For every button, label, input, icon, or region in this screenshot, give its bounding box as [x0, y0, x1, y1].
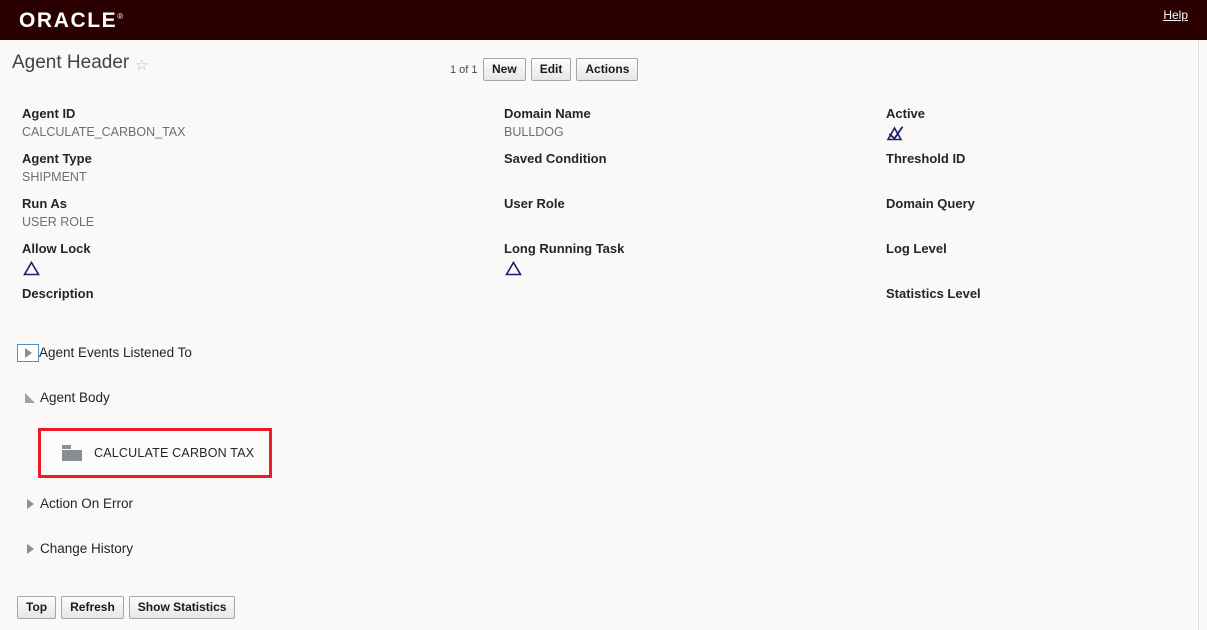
- record-toolbar: New Edit Actions: [483, 58, 639, 81]
- section-action-on-error[interactable]: Action On Error: [20, 493, 133, 515]
- chevron-down-icon[interactable]: [20, 389, 40, 407]
- chevron-right-icon[interactable]: [17, 344, 39, 362]
- checkbox-checked-icon: [886, 125, 906, 142]
- field-label: Agent Type: [22, 151, 92, 166]
- section-agent-body[interactable]: Agent Body: [20, 387, 110, 409]
- field-label: Statistics Level: [886, 286, 981, 301]
- field-label: Allow Lock: [22, 241, 91, 256]
- folder-icon: [62, 445, 82, 461]
- field-label: Agent ID: [22, 106, 76, 121]
- agent-body-node[interactable]: CALCULATE CARBON TAX: [38, 428, 272, 478]
- global-brand-header: ORACLE® Help: [0, 0, 1207, 40]
- page-header-row: Agent Header ☆ 1 of 1 New Edit Actions: [0, 40, 1207, 96]
- agent-body-node-label: CALCULATE CARBON TAX: [94, 446, 255, 460]
- field-statistics-level: Statistics Level: [886, 286, 1186, 331]
- field-label: Threshold ID: [886, 151, 966, 166]
- chevron-right-icon[interactable]: [20, 495, 40, 513]
- star-outline-icon[interactable]: ☆: [135, 58, 151, 74]
- field-label: Saved Condition: [504, 151, 607, 166]
- top-button[interactable]: Top: [17, 596, 57, 619]
- section-agent-events-listened-to[interactable]: Agent Events Listened To: [17, 342, 192, 364]
- record-count-text: 1 of 1: [450, 64, 478, 76]
- show-statistics-button[interactable]: Show Statistics: [128, 596, 236, 619]
- checkbox-unchecked-icon: [504, 260, 524, 277]
- section-label: Agent Body: [40, 390, 110, 405]
- field-long-running-task: Long Running Task: [504, 241, 874, 286]
- field-column-3: Active Threshold ID Domain Query Log Lev…: [886, 106, 1186, 331]
- refresh-button[interactable]: Refresh: [61, 596, 124, 619]
- new-button[interactable]: New: [483, 58, 526, 81]
- field-value: [504, 214, 874, 231]
- field-label: Domain Name: [504, 106, 591, 121]
- section-label: Change History: [40, 541, 134, 556]
- checkbox-unchecked-icon: [22, 260, 42, 277]
- field-domain-name: Domain Name BULLDOG: [504, 106, 874, 151]
- field-label: User Role: [504, 196, 565, 211]
- field-label: Domain Query: [886, 196, 975, 211]
- field-value: [886, 214, 1186, 231]
- section-change-history[interactable]: Change History: [20, 538, 133, 560]
- field-label: Description: [22, 286, 94, 301]
- field-label: Active: [886, 106, 926, 121]
- field-value: SHIPMENT: [22, 170, 87, 184]
- field-description: Description: [22, 286, 482, 331]
- page-title: Agent Header: [12, 52, 130, 73]
- field-label: Log Level: [886, 241, 947, 256]
- field-label: Run As: [22, 196, 68, 211]
- footer-button-bar: Top Refresh Show Statistics: [17, 596, 236, 619]
- field-threshold-id: Threshold ID: [886, 151, 1186, 196]
- field-saved-condition: Saved Condition: [504, 151, 874, 196]
- oracle-logo: ORACLE®: [19, 10, 123, 31]
- field-domain-query: Domain Query: [886, 196, 1186, 241]
- field-column-2: Domain Name BULLDOG Saved Condition User…: [504, 106, 874, 286]
- field-value: CALCULATE_CARBON_TAX: [22, 125, 186, 139]
- field-log-level: Log Level: [886, 241, 1186, 286]
- field-run-as: Run As USER ROLE: [22, 196, 482, 241]
- field-active: Active: [886, 106, 1186, 151]
- field-value: [886, 169, 1186, 186]
- field-value: [504, 169, 874, 186]
- field-user-role: User Role: [504, 196, 874, 241]
- field-agent-type: Agent Type SHIPMENT: [22, 151, 482, 196]
- oracle-logo-text: ORACLE: [19, 8, 118, 32]
- field-agent-id: Agent ID CALCULATE_CARBON_TAX: [22, 106, 482, 151]
- chevron-right-icon[interactable]: [20, 540, 40, 558]
- field-allow-lock: Allow Lock: [22, 241, 482, 286]
- field-value: [886, 304, 1186, 321]
- field-column-1: Agent ID CALCULATE_CARBON_TAX Agent Type…: [22, 106, 482, 331]
- trademark-mark: ®: [117, 11, 124, 21]
- panel-edge-divider: [1198, 40, 1199, 630]
- field-label: Long Running Task: [504, 241, 625, 256]
- actions-button[interactable]: Actions: [576, 58, 639, 81]
- help-link[interactable]: Help: [1163, 8, 1188, 22]
- edit-button[interactable]: Edit: [530, 58, 572, 81]
- field-value: [22, 304, 482, 321]
- field-value: BULLDOG: [504, 125, 564, 139]
- section-label: Agent Events Listened To: [39, 345, 192, 360]
- field-value: USER ROLE: [22, 215, 95, 229]
- section-label: Action On Error: [40, 496, 134, 511]
- field-value: [886, 259, 1186, 276]
